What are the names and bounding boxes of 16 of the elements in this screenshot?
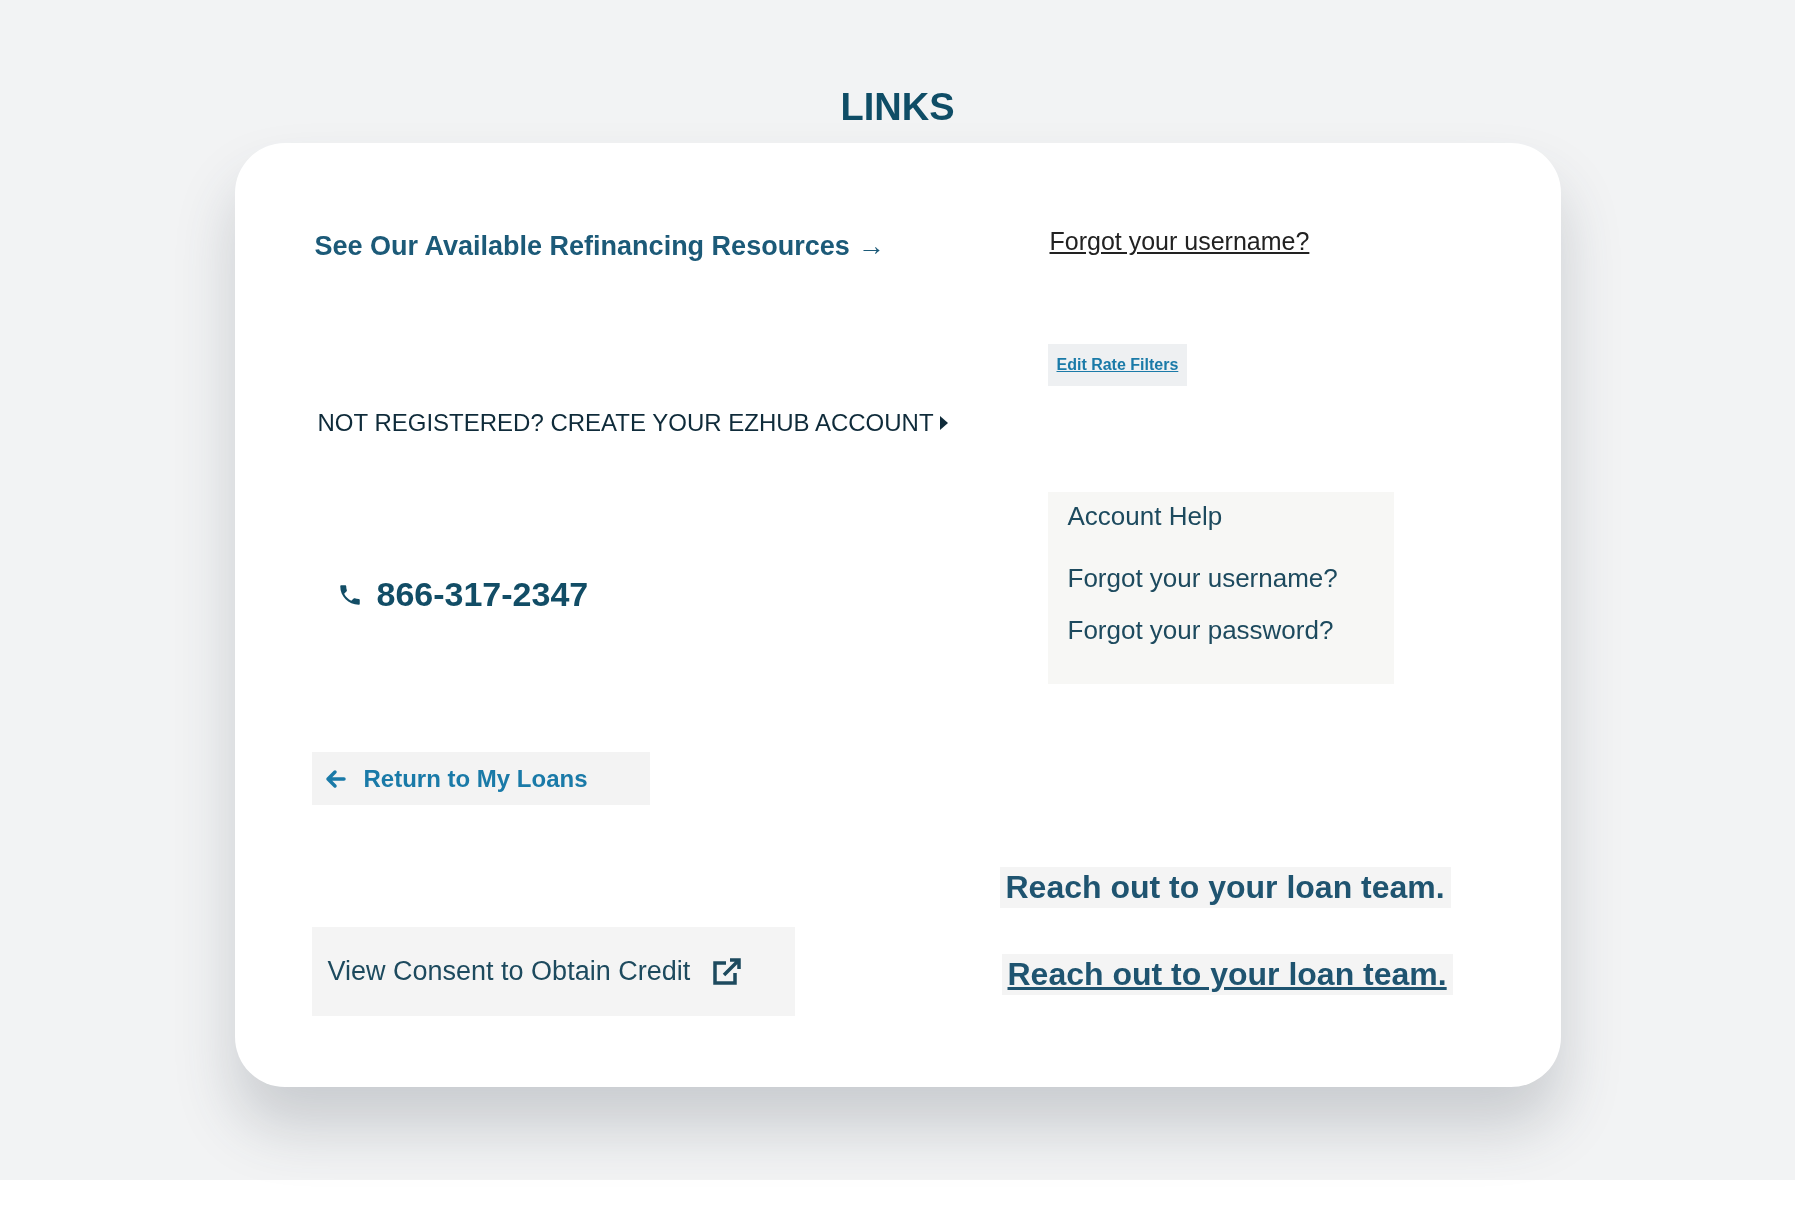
loan-team-link[interactable]: Reach out to your loan team.	[1001, 954, 1453, 995]
phone-number[interactable]: 866-317-2347	[376, 575, 589, 614]
username-link[interactable]: Forgot your username?	[1049, 227, 1310, 256]
external-link-icon	[712, 957, 743, 986]
consent-button[interactable]: View Consent to Obtain Credit	[311, 927, 795, 1016]
refinancing-link[interactable]: See Our Available Refinancing Resources →	[314, 231, 885, 262]
edit-filters-button[interactable]: Edit Rate Filters	[1047, 344, 1188, 386]
back-arrow-icon	[323, 768, 346, 789]
return-button[interactable]: Return to My Loans	[311, 752, 650, 805]
caret-icon	[939, 416, 948, 430]
help-link[interactable]: Forgot your username?	[1067, 562, 1374, 594]
page-title: LINKS	[840, 85, 955, 130]
help-link[interactable]: Forgot your password?	[1067, 614, 1374, 646]
register-link[interactable]: NOT REGISTERED? CREATE YOUR EZHUB ACCOUNT	[317, 409, 948, 437]
loan-team-text: Reach out to your loan team.	[999, 867, 1451, 908]
help-heading: Account Help	[1067, 500, 1224, 532]
